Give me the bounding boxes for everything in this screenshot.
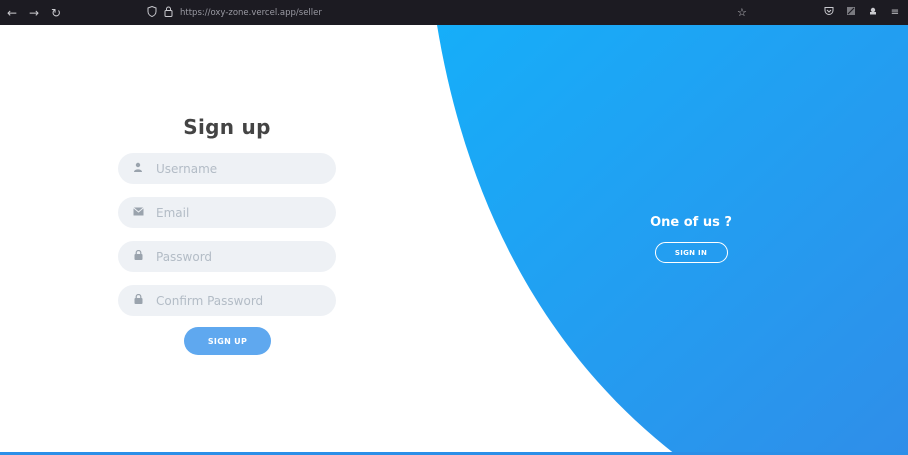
password-input[interactable] xyxy=(154,248,328,265)
bookmark-star-icon[interactable]: ☆ xyxy=(737,6,747,19)
back-arrow-icon[interactable]: ← xyxy=(2,3,22,23)
forward-arrow-icon[interactable]: → xyxy=(24,3,44,23)
pocket-icon[interactable] xyxy=(822,6,836,19)
username-field[interactable] xyxy=(118,153,336,184)
shield-icon[interactable] xyxy=(144,5,160,20)
email-field[interactable] xyxy=(118,197,336,228)
signin-button[interactable]: SIGN IN xyxy=(654,242,728,263)
lock-icon xyxy=(131,249,145,263)
page-content: Sign up SIGN UP One xyxy=(0,25,908,455)
blue-background-shape xyxy=(437,25,908,455)
signup-title: Sign up xyxy=(183,115,271,139)
browser-toolbar: ← → ↻ https://oxy-zone.vercel.app/seller… xyxy=(0,0,908,25)
reload-icon[interactable]: ↻ xyxy=(46,3,66,23)
signup-button[interactable]: SIGN UP xyxy=(184,327,271,355)
confirm-password-field[interactable] xyxy=(118,285,336,316)
lock-icon xyxy=(131,293,145,307)
password-field[interactable] xyxy=(118,241,336,272)
confirm-password-input[interactable] xyxy=(154,292,328,309)
lock-icon[interactable] xyxy=(160,6,176,20)
url-text[interactable]: https://oxy-zone.vercel.app/seller xyxy=(180,8,322,18)
puzzle-extension-icon[interactable] xyxy=(866,6,880,19)
envelope-icon xyxy=(131,206,145,219)
user-icon xyxy=(131,162,145,175)
signin-heading: One of us ? xyxy=(650,215,732,230)
email-input[interactable] xyxy=(154,204,328,221)
menu-icon[interactable]: ≡ xyxy=(888,7,902,18)
address-bar[interactable]: https://oxy-zone.vercel.app/seller xyxy=(144,5,322,20)
username-input[interactable] xyxy=(154,160,328,177)
toolbar-actions: ≡ xyxy=(822,0,902,25)
signin-panel: One of us ? SIGN IN xyxy=(620,215,762,263)
extension-icon[interactable] xyxy=(844,6,858,19)
